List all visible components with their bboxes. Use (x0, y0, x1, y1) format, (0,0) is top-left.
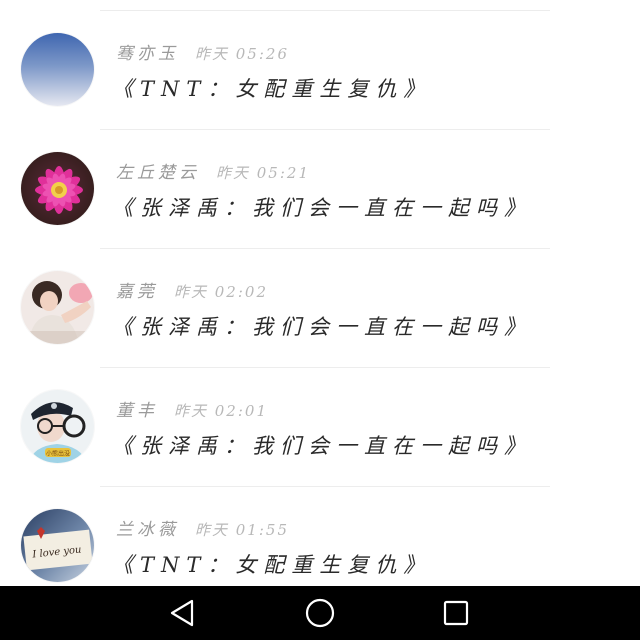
avatar[interactable]: 小熊出没 (21, 390, 94, 463)
avatar[interactable] (21, 33, 94, 106)
pink-flower-avatar-icon (21, 152, 94, 225)
item-meta: 兰冰薇 昨天 01:55 (116, 515, 289, 540)
back-button[interactable] (143, 586, 223, 640)
boy-cap-glasses-avatar-icon: 小熊出没 (21, 390, 94, 463)
user-name[interactable]: 兰冰薇 (116, 520, 179, 540)
badge-text: 小熊出没 (46, 450, 70, 458)
home-circle-icon (305, 598, 335, 628)
item-meta: 嘉莞 昨天 02:02 (116, 277, 268, 302)
avatar[interactable]: I love you (21, 509, 94, 582)
story-title[interactable]: 《TNT：女配重生复仇》 (112, 549, 431, 579)
home-button[interactable] (280, 586, 360, 640)
timestamp: 昨天 02:01 (174, 402, 268, 420)
avatar[interactable] (21, 271, 94, 344)
story-title[interactable]: 《张泽禹：我们会一直在一起吗》 (112, 311, 532, 341)
timestamp: 昨天 01:55 (195, 521, 289, 539)
item-meta: 董丰 昨天 02:01 (116, 396, 268, 421)
avatar[interactable] (21, 152, 94, 225)
user-name[interactable]: 嘉莞 (116, 282, 158, 302)
feed-item[interactable]: I love you 兰冰薇 昨天 01:55 《TNT：女配重生复仇》 (0, 487, 640, 586)
timestamp: 昨天 02:02 (174, 283, 268, 301)
recents-button[interactable] (416, 586, 496, 640)
reply-feed: 骞亦玉 昨天 05:26 《TNT：女配重生复仇》 左丘楚云 昨天 05:21 … (0, 0, 640, 586)
feed-item[interactable]: 骞亦玉 昨天 05:26 《TNT：女配重生复仇》 (0, 11, 640, 130)
item-meta: 左丘楚云 昨天 05:21 (116, 158, 310, 183)
back-triangle-icon (170, 599, 194, 627)
user-name[interactable]: 骞亦玉 (116, 44, 179, 64)
feed-item[interactable]: 小熊出没 董丰 昨天 02:01 《张泽禹：我们会一直在一起吗》 (0, 368, 640, 487)
timestamp: 昨天 05:21 (216, 164, 310, 182)
gradient-blue-avatar-icon (21, 33, 94, 106)
feed-item[interactable]: 左丘楚云 昨天 05:21 《张泽禹：我们会一直在一起吗》 (0, 130, 640, 249)
story-title[interactable]: 《张泽禹：我们会一直在一起吗》 (112, 192, 532, 222)
story-title[interactable]: 《TNT：女配重生复仇》 (112, 73, 431, 103)
item-meta: 骞亦玉 昨天 05:26 (116, 39, 289, 64)
feed-item[interactable]: 嘉莞 昨天 02:02 《张泽禹：我们会一直在一起吗》 (0, 249, 640, 368)
story-title[interactable]: 《张泽禹：我们会一直在一起吗》 (112, 430, 532, 460)
recents-square-icon (443, 600, 469, 626)
system-navigation-bar (0, 586, 640, 640)
i-love-you-avatar-icon: I love you (21, 509, 94, 582)
user-name[interactable]: 董丰 (116, 401, 158, 421)
user-name[interactable]: 左丘楚云 (116, 163, 200, 183)
girl-photo-avatar-icon (21, 271, 94, 344)
timestamp: 昨天 05:26 (195, 45, 289, 63)
